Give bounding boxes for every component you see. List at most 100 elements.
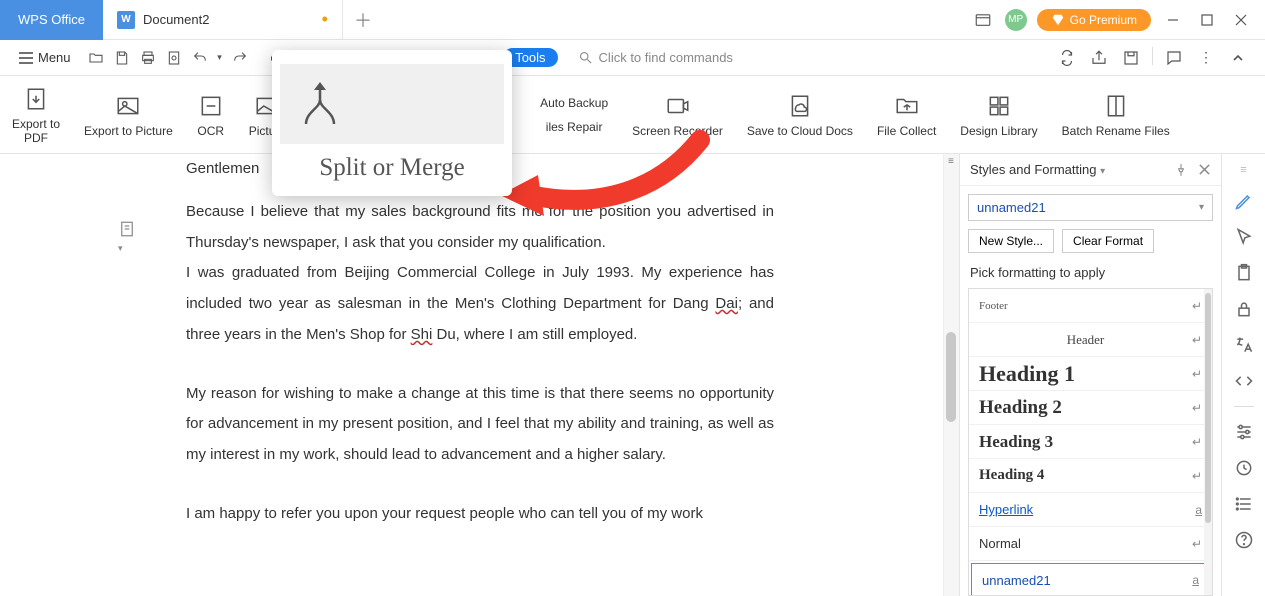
maximize-button[interactable] — [1195, 8, 1219, 32]
split-merge-icon — [292, 76, 348, 132]
scroll-top-icon: ≡ — [948, 156, 954, 167]
command-search[interactable]: Click to find commands — [578, 50, 733, 65]
style-selector-value: unnamed21 — [977, 200, 1046, 215]
clear-format-button[interactable]: Clear Format — [1062, 229, 1154, 253]
save-cloud-button[interactable]: Save to Cloud Docs — [747, 92, 853, 138]
rail-separator — [1234, 406, 1254, 407]
go-premium-label: Go Premium — [1070, 13, 1137, 27]
undo-icon[interactable] — [189, 47, 211, 69]
chevron-down-icon: ▾ — [1199, 202, 1204, 213]
right-rail: ≡ — [1221, 154, 1265, 596]
close-panel-icon[interactable] — [1198, 163, 1211, 177]
rail-handle-icon[interactable]: ≡ — [1240, 164, 1246, 176]
style-footer[interactable]: Footer↵ — [969, 289, 1212, 323]
style-heading-3[interactable]: Heading 3↵ — [969, 425, 1212, 459]
open-icon[interactable] — [85, 47, 107, 69]
menubar: Menu ▾ ences Review View Section Tools C… — [0, 40, 1265, 76]
history-icon[interactable] — [1233, 457, 1255, 479]
avatar[interactable]: MP — [1005, 9, 1027, 31]
pick-formatting-label: Pick formatting to apply — [960, 261, 1221, 284]
hamburger-icon — [18, 51, 34, 65]
doc-paragraph-3: My reason for wishing to make a change a… — [186, 379, 774, 471]
picture-export-icon — [114, 92, 142, 120]
share-icon[interactable] — [1088, 47, 1110, 69]
settings-sliders-icon[interactable] — [1233, 421, 1255, 443]
help-icon[interactable] — [1233, 529, 1255, 551]
save-as-icon[interactable] — [1120, 47, 1142, 69]
save-cloud-label: Save to Cloud Docs — [747, 124, 853, 138]
split-merge-label: Split or Merge — [276, 154, 508, 182]
save-icon[interactable] — [111, 47, 133, 69]
file-collect-button[interactable]: File Collect — [877, 92, 936, 138]
workspace: ▾ Gentlemen Because I believe that my sa… — [0, 154, 1265, 596]
cloud-icon — [786, 92, 814, 120]
auto-backup-button[interactable]: Auto Backup iles Repair — [540, 96, 608, 134]
workspace-icon[interactable] — [971, 8, 995, 32]
app-tab[interactable]: WPS Office — [0, 0, 103, 40]
style-normal[interactable]: Normal↵ — [969, 527, 1212, 561]
code-icon[interactable] — [1233, 370, 1255, 392]
screen-recorder-label: Screen Recorder — [632, 124, 723, 138]
document-tab[interactable]: W Document2 • — [103, 0, 343, 40]
print-icon[interactable] — [137, 47, 159, 69]
sync-icon[interactable] — [1056, 47, 1078, 69]
redo-icon[interactable] — [229, 47, 251, 69]
export-to-picture-label: Export to Picture — [84, 124, 173, 138]
style-list-scroll-thumb[interactable] — [1205, 293, 1211, 523]
separator — [1152, 47, 1153, 65]
comment-icon[interactable] — [1163, 47, 1185, 69]
design-library-button[interactable]: Design Library — [960, 92, 1037, 138]
minimize-button[interactable] — [1161, 8, 1185, 32]
style-hyperlink[interactable]: Hyperlinka — [969, 493, 1212, 527]
export-to-pdf-button[interactable]: Export to PDF — [12, 85, 60, 145]
document-tab-label: Document2 — [143, 12, 209, 27]
rename-icon — [1102, 92, 1130, 120]
menu-button[interactable]: Menu — [8, 46, 81, 69]
batch-rename-label: Batch Rename Files — [1062, 124, 1170, 138]
recorder-icon — [664, 92, 692, 120]
design-library-label: Design Library — [960, 124, 1037, 138]
style-heading-4[interactable]: Heading 4↵ — [969, 459, 1212, 493]
document-page: Gentlemen Because I believe that my sale… — [100, 154, 860, 530]
style-unnamed21[interactable]: unnamed21a — [971, 563, 1210, 596]
modified-indicator: • — [322, 9, 328, 30]
print-preview-icon[interactable] — [163, 47, 185, 69]
list-icon[interactable] — [1233, 493, 1255, 515]
batch-rename-button[interactable]: Batch Rename Files — [1062, 92, 1170, 138]
style-list-scrollbar[interactable] — [1204, 289, 1212, 595]
close-button[interactable] — [1229, 8, 1253, 32]
pdf-icon — [22, 85, 50, 113]
translate-icon[interactable] — [1233, 334, 1255, 356]
search-icon — [578, 50, 593, 65]
clipboard-icon[interactable] — [1233, 262, 1255, 284]
styles-panel: Styles and Formatting ▾ unnamed21 ▾ New … — [959, 154, 1221, 596]
ocr-button[interactable]: OCR — [197, 92, 225, 138]
library-icon — [985, 92, 1013, 120]
scroll-thumb[interactable] — [946, 332, 956, 422]
cursor-icon[interactable] — [1233, 226, 1255, 248]
style-header[interactable]: Header↵ — [969, 323, 1212, 357]
export-to-picture-button[interactable]: Export to Picture — [84, 92, 173, 138]
style-selector[interactable]: unnamed21 ▾ — [968, 194, 1213, 221]
new-tab-button[interactable]: ＋ — [343, 0, 383, 40]
new-style-button[interactable]: New Style... — [968, 229, 1054, 253]
collapse-ribbon-icon[interactable] — [1227, 47, 1249, 69]
style-list: Footer↵ Header↵ Heading 1↵ Heading 2↵ He… — [968, 288, 1213, 596]
styles-panel-title: Styles and Formatting ▾ — [970, 162, 1105, 177]
ocr-label: OCR — [197, 124, 224, 138]
screen-recorder-button[interactable]: Screen Recorder — [632, 92, 723, 138]
vertical-scrollbar[interactable]: ≡ — [943, 154, 959, 596]
file-collect-label: File Collect — [877, 124, 936, 138]
style-heading-1[interactable]: Heading 1↵ — [969, 357, 1212, 391]
undo-dropdown-icon[interactable]: ▾ — [215, 47, 225, 69]
pencil-icon[interactable] — [1233, 190, 1255, 212]
document-area[interactable]: ▾ Gentlemen Because I believe that my sa… — [0, 154, 943, 596]
collect-icon — [893, 92, 921, 120]
go-premium-button[interactable]: Go Premium — [1037, 9, 1151, 31]
lock-icon[interactable] — [1233, 298, 1255, 320]
style-heading-2[interactable]: Heading 2↵ — [969, 391, 1212, 425]
pin-icon[interactable] — [1174, 163, 1188, 177]
document-icon: W — [117, 11, 135, 29]
more-icon[interactable]: ⋮ — [1195, 47, 1217, 69]
split-merge-tooltip: Split or Merge — [272, 50, 512, 196]
